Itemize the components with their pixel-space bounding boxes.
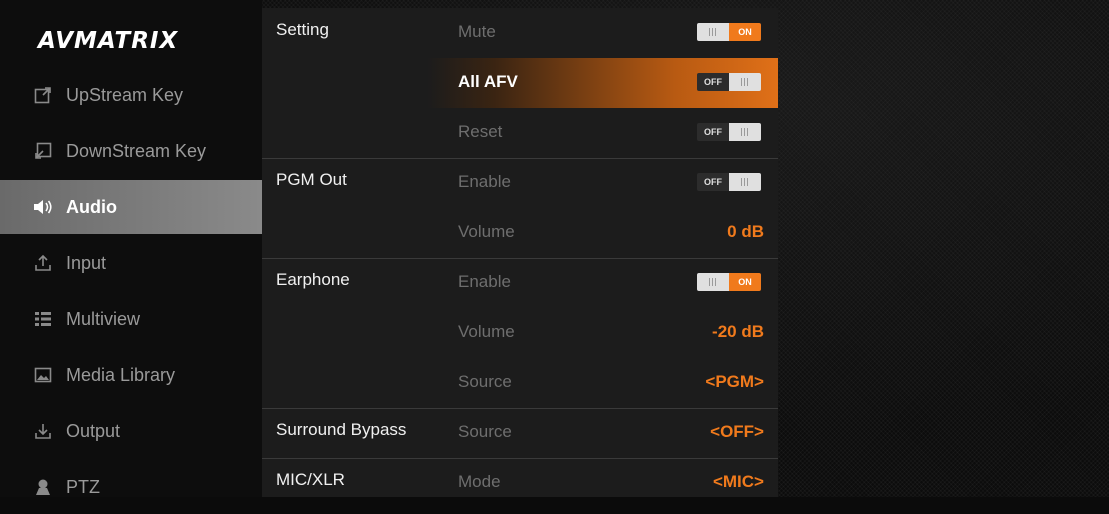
group-title: Surround Bypass — [276, 420, 407, 439]
setting-label: Source — [458, 422, 512, 441]
upload-icon — [33, 253, 53, 273]
sidebar-item-label: PTZ — [66, 476, 100, 497]
toggle-state: ON — [729, 273, 761, 291]
sidebar-item-output[interactable]: Output — [0, 404, 262, 458]
toggle-grip — [741, 128, 749, 136]
setting-label: Volume — [458, 322, 515, 341]
all-afv-toggle[interactable]: OFF — [697, 73, 761, 91]
group-title: Setting — [276, 20, 329, 39]
list-grid-icon — [33, 309, 53, 329]
image-icon — [33, 365, 53, 385]
sidebar-item-input[interactable]: Input — [0, 236, 262, 290]
sidebar-item-label: Output — [66, 420, 121, 441]
mic-xlr-mode-row[interactable]: MIC/XLR Mode <MIC> — [262, 458, 778, 508]
reset-toggle[interactable]: OFF — [697, 123, 761, 141]
earphone-source-value[interactable]: <PGM> — [705, 372, 764, 392]
toggle-grip — [741, 178, 749, 186]
pgm-out-volume-row[interactable]: Volume 0 dB — [262, 208, 778, 258]
sidebar: AVMATRIX UpStream Key DownStream Key Aud… — [0, 0, 272, 497]
setting-reset-row[interactable]: Reset OFF — [262, 108, 778, 158]
sidebar-item-label: Media Library — [66, 364, 176, 385]
brand-logo: AVMATRIX — [38, 28, 179, 54]
toggle-state: OFF — [697, 73, 729, 91]
setting-all-afv-row[interactable]: All AFV OFF — [262, 58, 778, 108]
toggle-grip — [709, 278, 717, 286]
earphone-enable-row[interactable]: Earphone Enable ON — [262, 258, 778, 308]
pgm-out-enable-toggle[interactable]: OFF — [697, 173, 761, 191]
setting-label: Volume — [458, 222, 515, 241]
surround-bypass-source-value[interactable]: <OFF> — [710, 422, 764, 442]
sidebar-item-ptz[interactable]: PTZ — [0, 460, 262, 514]
toggle-grip — [709, 28, 717, 36]
download-icon — [33, 421, 53, 441]
sidebar-item-label: Multiview — [66, 308, 141, 329]
toggle-state: OFF — [697, 123, 729, 141]
setting-label: All AFV — [458, 72, 518, 91]
sidebar-item-label: UpStream Key — [66, 84, 184, 105]
setting-mute-row[interactable]: Setting Mute ON — [262, 8, 778, 58]
external-link-icon — [33, 85, 53, 105]
group-title: Earphone — [276, 270, 350, 289]
sidebar-item-label: Audio — [66, 196, 117, 217]
setting-label: Enable — [458, 172, 511, 191]
pgm-out-volume-value[interactable]: 0 dB — [727, 222, 764, 242]
sidebar-item-multiview[interactable]: Multiview — [0, 292, 262, 346]
setting-label: Mode — [458, 472, 501, 491]
audio-settings-panel: Setting Mute ON All AFV OFF Reset OFF PG… — [262, 8, 778, 497]
import-icon — [33, 141, 53, 161]
camera-icon — [33, 477, 53, 497]
sidebar-item-downstream-key[interactable]: DownStream Key — [0, 124, 262, 178]
sidebar-item-label: Input — [66, 252, 107, 273]
pgm-out-enable-row[interactable]: PGM Out Enable OFF — [262, 158, 778, 208]
group-title: MIC/XLR — [276, 470, 345, 489]
sidebar-item-media-library[interactable]: Media Library — [0, 348, 262, 402]
toggle-grip — [741, 78, 749, 86]
earphone-volume-value[interactable]: -20 dB — [712, 322, 764, 342]
mic-xlr-mode-value[interactable]: <MIC> — [713, 472, 764, 492]
setting-label: Reset — [458, 122, 503, 141]
speaker-icon — [33, 197, 53, 217]
sidebar-item-label: DownStream Key — [66, 140, 207, 161]
earphone-volume-row[interactable]: Volume -20 dB — [262, 308, 778, 358]
sidebar-item-audio[interactable]: Audio — [0, 180, 272, 234]
mute-toggle[interactable]: ON — [697, 23, 761, 41]
setting-label: Mute — [458, 22, 496, 41]
earphone-enable-toggle[interactable]: ON — [697, 273, 761, 291]
earphone-source-row[interactable]: Source <PGM> — [262, 358, 778, 408]
setting-label: Enable — [458, 272, 511, 291]
toggle-state: ON — [729, 23, 761, 41]
surround-bypass-source-row[interactable]: Surround Bypass Source <OFF> — [262, 408, 778, 458]
setting-label: Source — [458, 372, 512, 391]
sidebar-item-upstream-key[interactable]: UpStream Key — [0, 68, 262, 122]
toggle-state: OFF — [697, 173, 729, 191]
group-title: PGM Out — [276, 170, 347, 189]
